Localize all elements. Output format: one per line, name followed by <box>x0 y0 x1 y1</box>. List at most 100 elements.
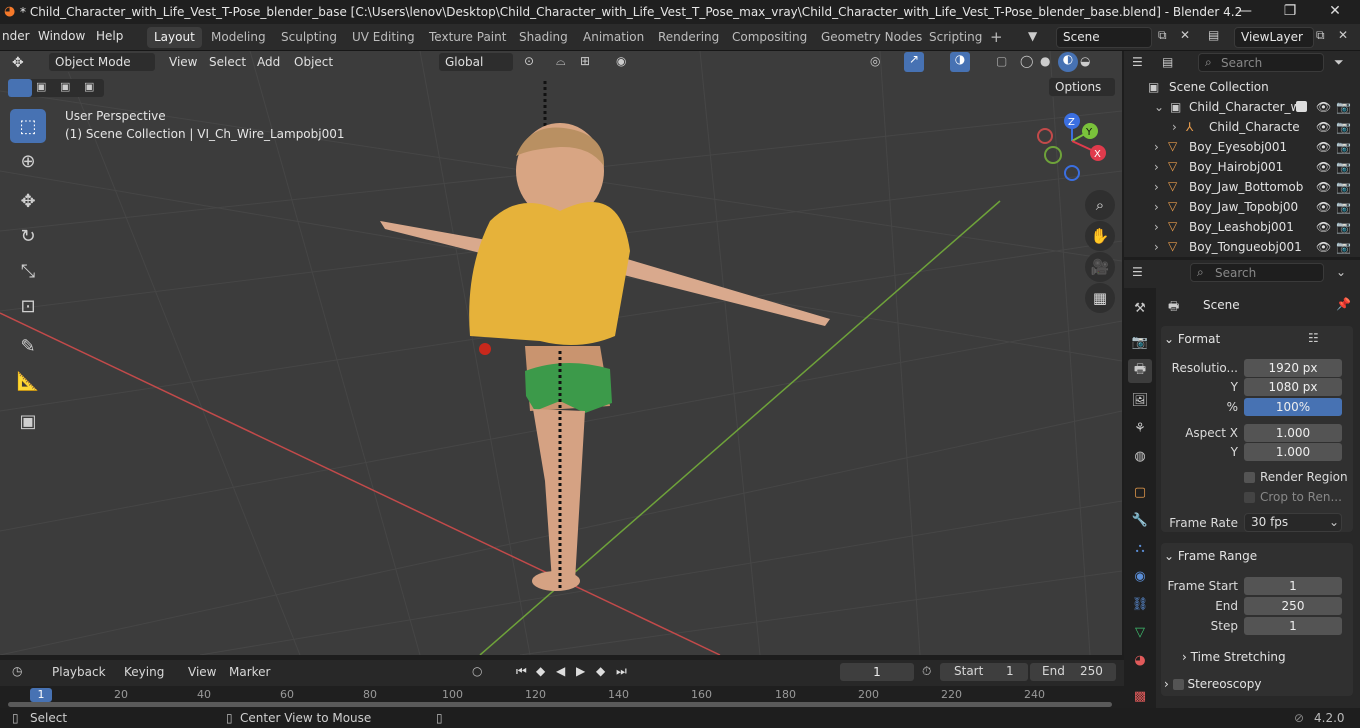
frame-end-field[interactable]: 250 <box>1244 597 1342 615</box>
annotate-tool[interactable]: ✎ <box>10 329 46 363</box>
editor-type-icon[interactable]: ✥ <box>12 55 24 71</box>
snap-icon[interactable]: ⌓ <box>556 54 566 69</box>
menu-keying[interactable]: Keying <box>124 665 164 679</box>
new-viewlayer-icon[interactable]: ⧉ <box>1316 28 1325 43</box>
select-mode-new-icon[interactable] <box>8 79 32 97</box>
scene-tab-icon[interactable]: ⚘ <box>1128 416 1152 440</box>
resolution-y-field[interactable]: 1080 px <box>1244 378 1342 396</box>
visibility-icon[interactable]: ◎ <box>870 54 880 68</box>
play-reverse-icon[interactable]: ◀ <box>556 664 565 678</box>
outliner-row-eyes[interactable]: › ▽ Boy_Eyesobj001 👁 📷 <box>1124 137 1360 157</box>
rendered-shading-icon[interactable]: ◒ <box>1080 54 1090 68</box>
outliner-row-leash[interactable]: › ▽ Boy_Leashobj001 👁 📷 <box>1124 217 1360 237</box>
resolution-x-field[interactable]: 1920 px <box>1244 359 1342 377</box>
chevron-right-icon[interactable]: › <box>1154 160 1159 174</box>
zoom-icon[interactable]: ⌕ <box>1085 190 1115 220</box>
outliner-row-hair[interactable]: › ▽ Boy_Hairobj001 👁 📷 <box>1124 157 1360 177</box>
chevron-right-icon[interactable]: › <box>1154 180 1159 194</box>
material-tab-icon[interactable]: ◕ <box>1128 648 1152 672</box>
render-camera-icon[interactable]: 📷 <box>1336 180 1351 194</box>
pivot-icon[interactable]: ⊙ <box>524 54 534 68</box>
chevron-right-icon[interactable]: › <box>1154 140 1159 154</box>
gizmo-toggle-icon[interactable]: ↗ <box>904 52 924 72</box>
solid-shading-icon[interactable]: ● <box>1040 54 1050 68</box>
stopwatch-icon[interactable]: ⏱ <box>922 664 931 679</box>
pan-hand-icon[interactable]: ✋ <box>1085 221 1115 251</box>
exclude-checkbox[interactable] <box>1296 101 1307 112</box>
outliner-row-scene-collection[interactable]: ▣ Scene Collection <box>1124 77 1360 97</box>
outliner-type-icon[interactable]: ☰ <box>1132 55 1143 69</box>
chevron-right-icon[interactable]: › <box>1154 220 1159 234</box>
render-region-checkbox[interactable] <box>1244 472 1255 483</box>
chevron-right-icon[interactable]: › <box>1172 120 1177 134</box>
timeline-ruler[interactable]: 1 20 40 60 80 100 120 140 160 180 200 22… <box>0 686 1124 708</box>
resolution-pct-field[interactable]: 100% <box>1244 398 1342 416</box>
new-scene-icon[interactable]: ⧉ <box>1158 28 1167 43</box>
tab-rendering[interactable]: Rendering <box>651 27 726 48</box>
crop-checkbox[interactable] <box>1244 492 1255 503</box>
output-tab-icon[interactable]: 🖶 <box>1128 359 1152 383</box>
stereoscopy-checkbox[interactable] <box>1172 679 1184 690</box>
mode-dropdown[interactable]: Object Mode <box>48 52 156 72</box>
viewlayer-selector-icon[interactable]: ▤ <box>1208 28 1219 42</box>
tab-sculpting[interactable]: Sculpting <box>274 27 344 48</box>
menu-object[interactable]: Object <box>294 55 333 69</box>
viewlayer-field[interactable]: ViewLayer <box>1234 27 1314 48</box>
timeline-editor-icon[interactable]: ◷ <box>12 664 22 678</box>
render-camera-icon[interactable]: 📷 <box>1336 140 1351 154</box>
time-stretching-header[interactable]: › Time Stretching <box>1182 650 1360 664</box>
select-mode-invert-icon[interactable]: ▣ <box>84 80 94 93</box>
auto-keying-icon[interactable]: ○ <box>472 664 482 678</box>
menu-help[interactable]: Help <box>96 29 123 43</box>
chevron-down-icon[interactable]: ⌄ <box>1154 100 1164 114</box>
orientation-dropdown[interactable]: Global <box>438 52 514 72</box>
tab-shading[interactable]: Shading <box>512 27 575 48</box>
tab-compositing[interactable]: Compositing <box>725 27 814 48</box>
tool-tab-icon[interactable]: ⚒ <box>1128 296 1152 320</box>
3d-viewport[interactable]: ✥ Object Mode View Select Add Object Glo… <box>0 51 1122 655</box>
tab-texture-paint[interactable]: Texture Paint <box>422 27 513 48</box>
menu-select[interactable]: Select <box>209 55 246 69</box>
select-box-tool[interactable]: ⬚ <box>10 109 46 143</box>
navigation-gizmo[interactable]: Z Y X <box>1035 109 1115 189</box>
eye-icon[interactable]: 👁 <box>1316 240 1331 254</box>
outliner-row-child-character-collection[interactable]: ⌄ ▣ Child_Character_wi 👁 📷 <box>1124 97 1360 117</box>
jump-end-icon[interactable]: ⏭ <box>616 664 627 679</box>
pin-icon[interactable]: 📌 <box>1336 297 1351 311</box>
camera-view-icon[interactable]: 🎥 <box>1085 252 1115 282</box>
remove-viewlayer-icon[interactable]: ✕ <box>1338 28 1348 42</box>
rotate-tool[interactable]: ↻ <box>10 219 46 253</box>
snap-target-icon[interactable]: ⊞ <box>580 54 590 68</box>
frame-start-field[interactable]: 1 <box>1244 577 1342 595</box>
eye-icon[interactable]: 👁 <box>1316 100 1331 114</box>
eye-icon[interactable]: 👁 <box>1316 180 1331 194</box>
overlay-toggle-icon[interactable]: ◑ <box>950 52 970 72</box>
menu-render[interactable]: nder <box>2 29 30 43</box>
menu-window[interactable]: Window <box>38 29 85 43</box>
cursor-tool[interactable]: ⊕ <box>10 144 46 178</box>
constraints-tab-icon[interactable]: ⛓ <box>1128 592 1152 616</box>
menu-playback[interactable]: Playback <box>52 665 106 679</box>
measure-tool[interactable]: 📐 <box>10 364 46 398</box>
eye-icon[interactable]: 👁 <box>1316 220 1331 234</box>
chevron-down-icon[interactable]: ⌄ <box>1336 265 1346 279</box>
material-shading-icon[interactable]: ◐ <box>1058 52 1078 72</box>
transform-tool[interactable]: ⊡ <box>10 289 46 323</box>
world-tab-icon[interactable]: ◍ <box>1128 444 1152 468</box>
play-icon[interactable]: ▶ <box>576 664 585 678</box>
tab-animation[interactable]: Animation <box>576 27 651 48</box>
start-frame-field[interactable]: Start 1 <box>940 663 1028 681</box>
wireframe-shading-icon[interactable]: ◯ <box>1020 54 1033 68</box>
menu-view[interactable]: View <box>169 55 197 69</box>
next-keyframe-icon[interactable]: ◆ <box>596 664 605 678</box>
filter-icon[interactable]: ⏷ <box>1334 55 1344 70</box>
jump-start-icon[interactable]: ⏮ <box>516 664 527 679</box>
data-tab-icon[interactable]: ▽ <box>1128 620 1152 644</box>
close-window-button[interactable]: ✕ <box>1312 0 1358 24</box>
texture-tab-icon[interactable]: ▩ <box>1128 684 1152 708</box>
chevron-right-icon[interactable]: › <box>1154 240 1159 254</box>
presets-list-icon[interactable]: ☷ <box>1308 331 1319 345</box>
object-tab-icon[interactable]: ▢ <box>1128 480 1152 504</box>
outliner-row-tongue[interactable]: › ▽ Boy_Tongueobj001 👁 📷 <box>1124 237 1360 257</box>
aspect-x-field[interactable]: 1.000 <box>1244 424 1342 442</box>
